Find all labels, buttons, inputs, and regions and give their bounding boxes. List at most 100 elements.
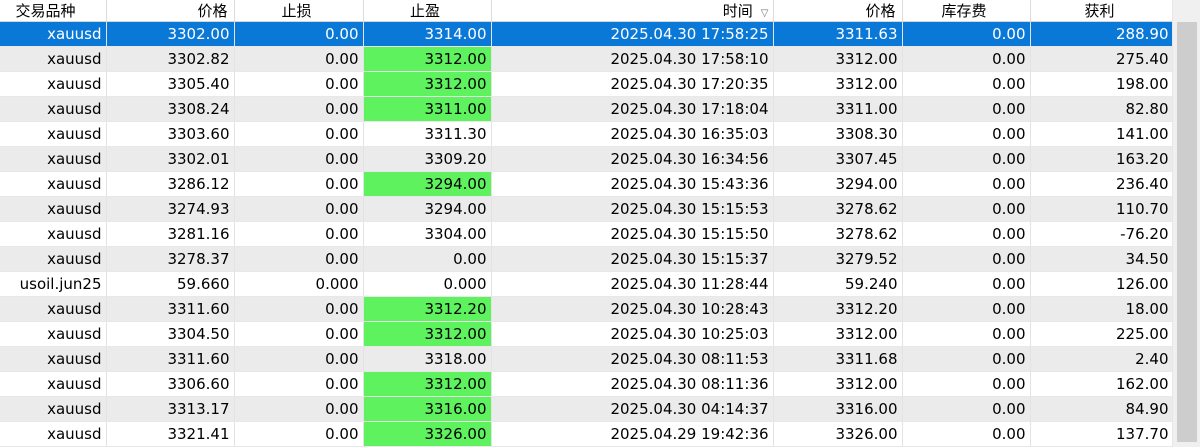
cell-stop-loss: 0.00 [234, 321, 364, 347]
cell-time: 2025.04.30 16:35:03 [491, 121, 774, 147]
cell-take-profit: 3311.00 [363, 96, 492, 122]
table-row[interactable]: xauusd 3278.37 0.00 0.00 2025.04.30 15:15:37… [0, 246, 1174, 272]
col-header-symbol[interactable]: 交易品种 [0, 0, 107, 22]
table-row[interactable]: xauusd 3313.17 0.00 3316.00 2025.04.30 04:14… [0, 396, 1174, 422]
cell-open-price: 3302.00 [106, 21, 235, 47]
col-header-open-price[interactable]: 价格 [106, 0, 235, 22]
cell-swap: 0.00 [902, 396, 1031, 422]
table-row[interactable]: xauusd 3302.01 0.00 3309.20 2025.04.30 16:34… [0, 146, 1174, 172]
cell-symbol: xauusd [0, 121, 107, 147]
table-row[interactable]: xauusd 3305.40 0.00 3312.00 2025.04.30 17:20… [0, 71, 1174, 97]
cell-close-price: 3311.00 [773, 96, 903, 122]
cell-time: 2025.04.30 15:15:53 [491, 196, 774, 222]
table-row[interactable]: xauusd 3308.24 0.00 3311.00 2025.04.30 17:18… [0, 96, 1174, 122]
cell-symbol: xauusd [0, 196, 107, 222]
cell-swap: 0.00 [902, 321, 1031, 347]
table-row[interactable]: usoil.jun25 59.660 0.000 0.000 2025.04.30 11… [0, 271, 1174, 297]
cell-stop-loss: 0.00 [234, 371, 364, 397]
cell-symbol: xauusd [0, 296, 107, 322]
cell-close-price: 3307.45 [773, 146, 903, 172]
cell-profit: 82.80 [1030, 96, 1174, 122]
col-header-close-price[interactable]: 价格 [773, 0, 903, 22]
cell-open-price: 3308.24 [106, 96, 235, 122]
table-header: 交易品种 价格 止损 止盈 时间 ▽ 价格 库存费 获利 [0, 0, 1174, 22]
cell-close-price: 3311.68 [773, 346, 903, 372]
cell-swap: 0.00 [902, 46, 1031, 72]
cell-open-price: 3321.41 [106, 421, 235, 447]
cell-take-profit: 3312.00 [363, 71, 492, 97]
table-row[interactable]: xauusd 3311.60 0.00 3318.00 2025.04.30 08:11… [0, 346, 1174, 372]
cell-symbol: xauusd [0, 396, 107, 422]
cell-profit: 34.50 [1030, 246, 1174, 272]
table-row[interactable]: xauusd 3274.93 0.00 3294.00 2025.04.30 15:15… [0, 196, 1174, 222]
cell-take-profit: 3314.00 [363, 21, 492, 47]
cell-stop-loss: 0.00 [234, 21, 364, 47]
cell-take-profit: 3312.00 [363, 321, 492, 347]
history-table: 交易品种 价格 止损 止盈 时间 ▽ 价格 库存费 获利 xauusd 3302.0… [0, 0, 1174, 447]
cell-swap: 0.00 [902, 271, 1031, 297]
cell-open-price: 3274.93 [106, 196, 235, 222]
cell-close-price: 3312.20 [773, 296, 903, 322]
cell-take-profit: 3316.00 [363, 396, 492, 422]
cell-profit: -76.20 [1030, 221, 1174, 247]
cell-close-price: 3308.30 [773, 121, 903, 147]
cell-time: 2025.04.30 15:43:36 [491, 171, 774, 197]
table-row[interactable]: xauusd 3281.16 0.00 3304.00 2025.04.30 15:15… [0, 221, 1174, 247]
cell-symbol: usoil.jun25 [0, 271, 107, 297]
table-row[interactable]: xauusd 3303.60 0.00 3311.30 2025.04.30 16:35… [0, 121, 1174, 147]
table-row[interactable]: xauusd 3286.12 0.00 3294.00 2025.04.30 15:43… [0, 171, 1174, 197]
cell-swap: 0.00 [902, 96, 1031, 122]
cell-swap: 0.00 [902, 371, 1031, 397]
col-header-time[interactable]: 时间 ▽ [491, 0, 774, 22]
cell-stop-loss: 0.00 [234, 421, 364, 447]
cell-symbol: xauusd [0, 21, 107, 47]
vertical-scrollbar[interactable] [1172, 0, 1200, 447]
cell-open-price: 3311.60 [106, 296, 235, 322]
table-row[interactable]: xauusd 3304.50 0.00 3312.00 2025.04.30 10:25… [0, 321, 1174, 347]
cell-profit: 236.40 [1030, 171, 1174, 197]
cell-time: 2025.04.30 17:58:25 [491, 21, 774, 47]
table-row[interactable]: xauusd 3306.60 0.00 3312.00 2025.04.30 08:11… [0, 371, 1174, 397]
table-row[interactable]: xauusd 3302.82 0.00 3312.00 2025.04.30 17:58… [0, 46, 1174, 72]
cell-close-price: 3278.62 [773, 196, 903, 222]
cell-close-price: 3312.00 [773, 371, 903, 397]
cell-profit: 84.90 [1030, 396, 1174, 422]
cell-stop-loss: 0.00 [234, 121, 364, 147]
cell-swap: 0.00 [902, 246, 1031, 272]
col-header-profit[interactable]: 获利 [1030, 0, 1174, 22]
table-row[interactable]: xauusd 3321.41 0.00 3326.00 2025.04.29 19:42… [0, 421, 1174, 447]
cell-take-profit: 3318.00 [363, 346, 492, 372]
col-header-swap[interactable]: 库存费 [902, 0, 1031, 22]
cell-take-profit: 3294.00 [363, 196, 492, 222]
cell-stop-loss: 0.00 [234, 96, 364, 122]
cell-stop-loss: 0.00 [234, 346, 364, 372]
cell-symbol: xauusd [0, 171, 107, 197]
cell-close-price: 3312.00 [773, 46, 903, 72]
cell-stop-loss: 0.00 [234, 296, 364, 322]
cell-symbol: xauusd [0, 246, 107, 272]
cell-take-profit: 3312.00 [363, 371, 492, 397]
sort-descending-icon: ▽ [760, 8, 769, 19]
cell-time: 2025.04.30 11:28:44 [491, 271, 774, 297]
col-header-take-profit[interactable]: 止盈 [363, 0, 492, 22]
cell-time: 2025.04.30 15:15:50 [491, 221, 774, 247]
cell-swap: 0.00 [902, 221, 1031, 247]
cell-profit: 137.70 [1030, 421, 1174, 447]
cell-profit: 2.40 [1030, 346, 1174, 372]
cell-swap: 0.00 [902, 421, 1031, 447]
cell-profit: 198.00 [1030, 71, 1174, 97]
cell-open-price: 3303.60 [106, 121, 235, 147]
col-header-time-label: 时间 [722, 2, 753, 20]
cell-open-price: 3302.82 [106, 46, 235, 72]
cell-swap: 0.00 [902, 171, 1031, 197]
table-row[interactable]: xauusd 3302.00 0.00 3314.00 2025.04.30 17:58… [0, 21, 1174, 47]
cell-open-price: 3302.01 [106, 146, 235, 172]
cell-swap: 0.00 [902, 196, 1031, 222]
cell-symbol: xauusd [0, 96, 107, 122]
cell-time: 2025.04.30 04:14:37 [491, 396, 774, 422]
cell-take-profit: 0.000 [363, 271, 492, 297]
cell-open-price: 3281.16 [106, 221, 235, 247]
scrollbar-thumb[interactable] [1177, 22, 1197, 442]
table-row[interactable]: xauusd 3311.60 0.00 3312.20 2025.04.30 10:28… [0, 296, 1174, 322]
col-header-stop-loss[interactable]: 止损 [234, 0, 364, 22]
